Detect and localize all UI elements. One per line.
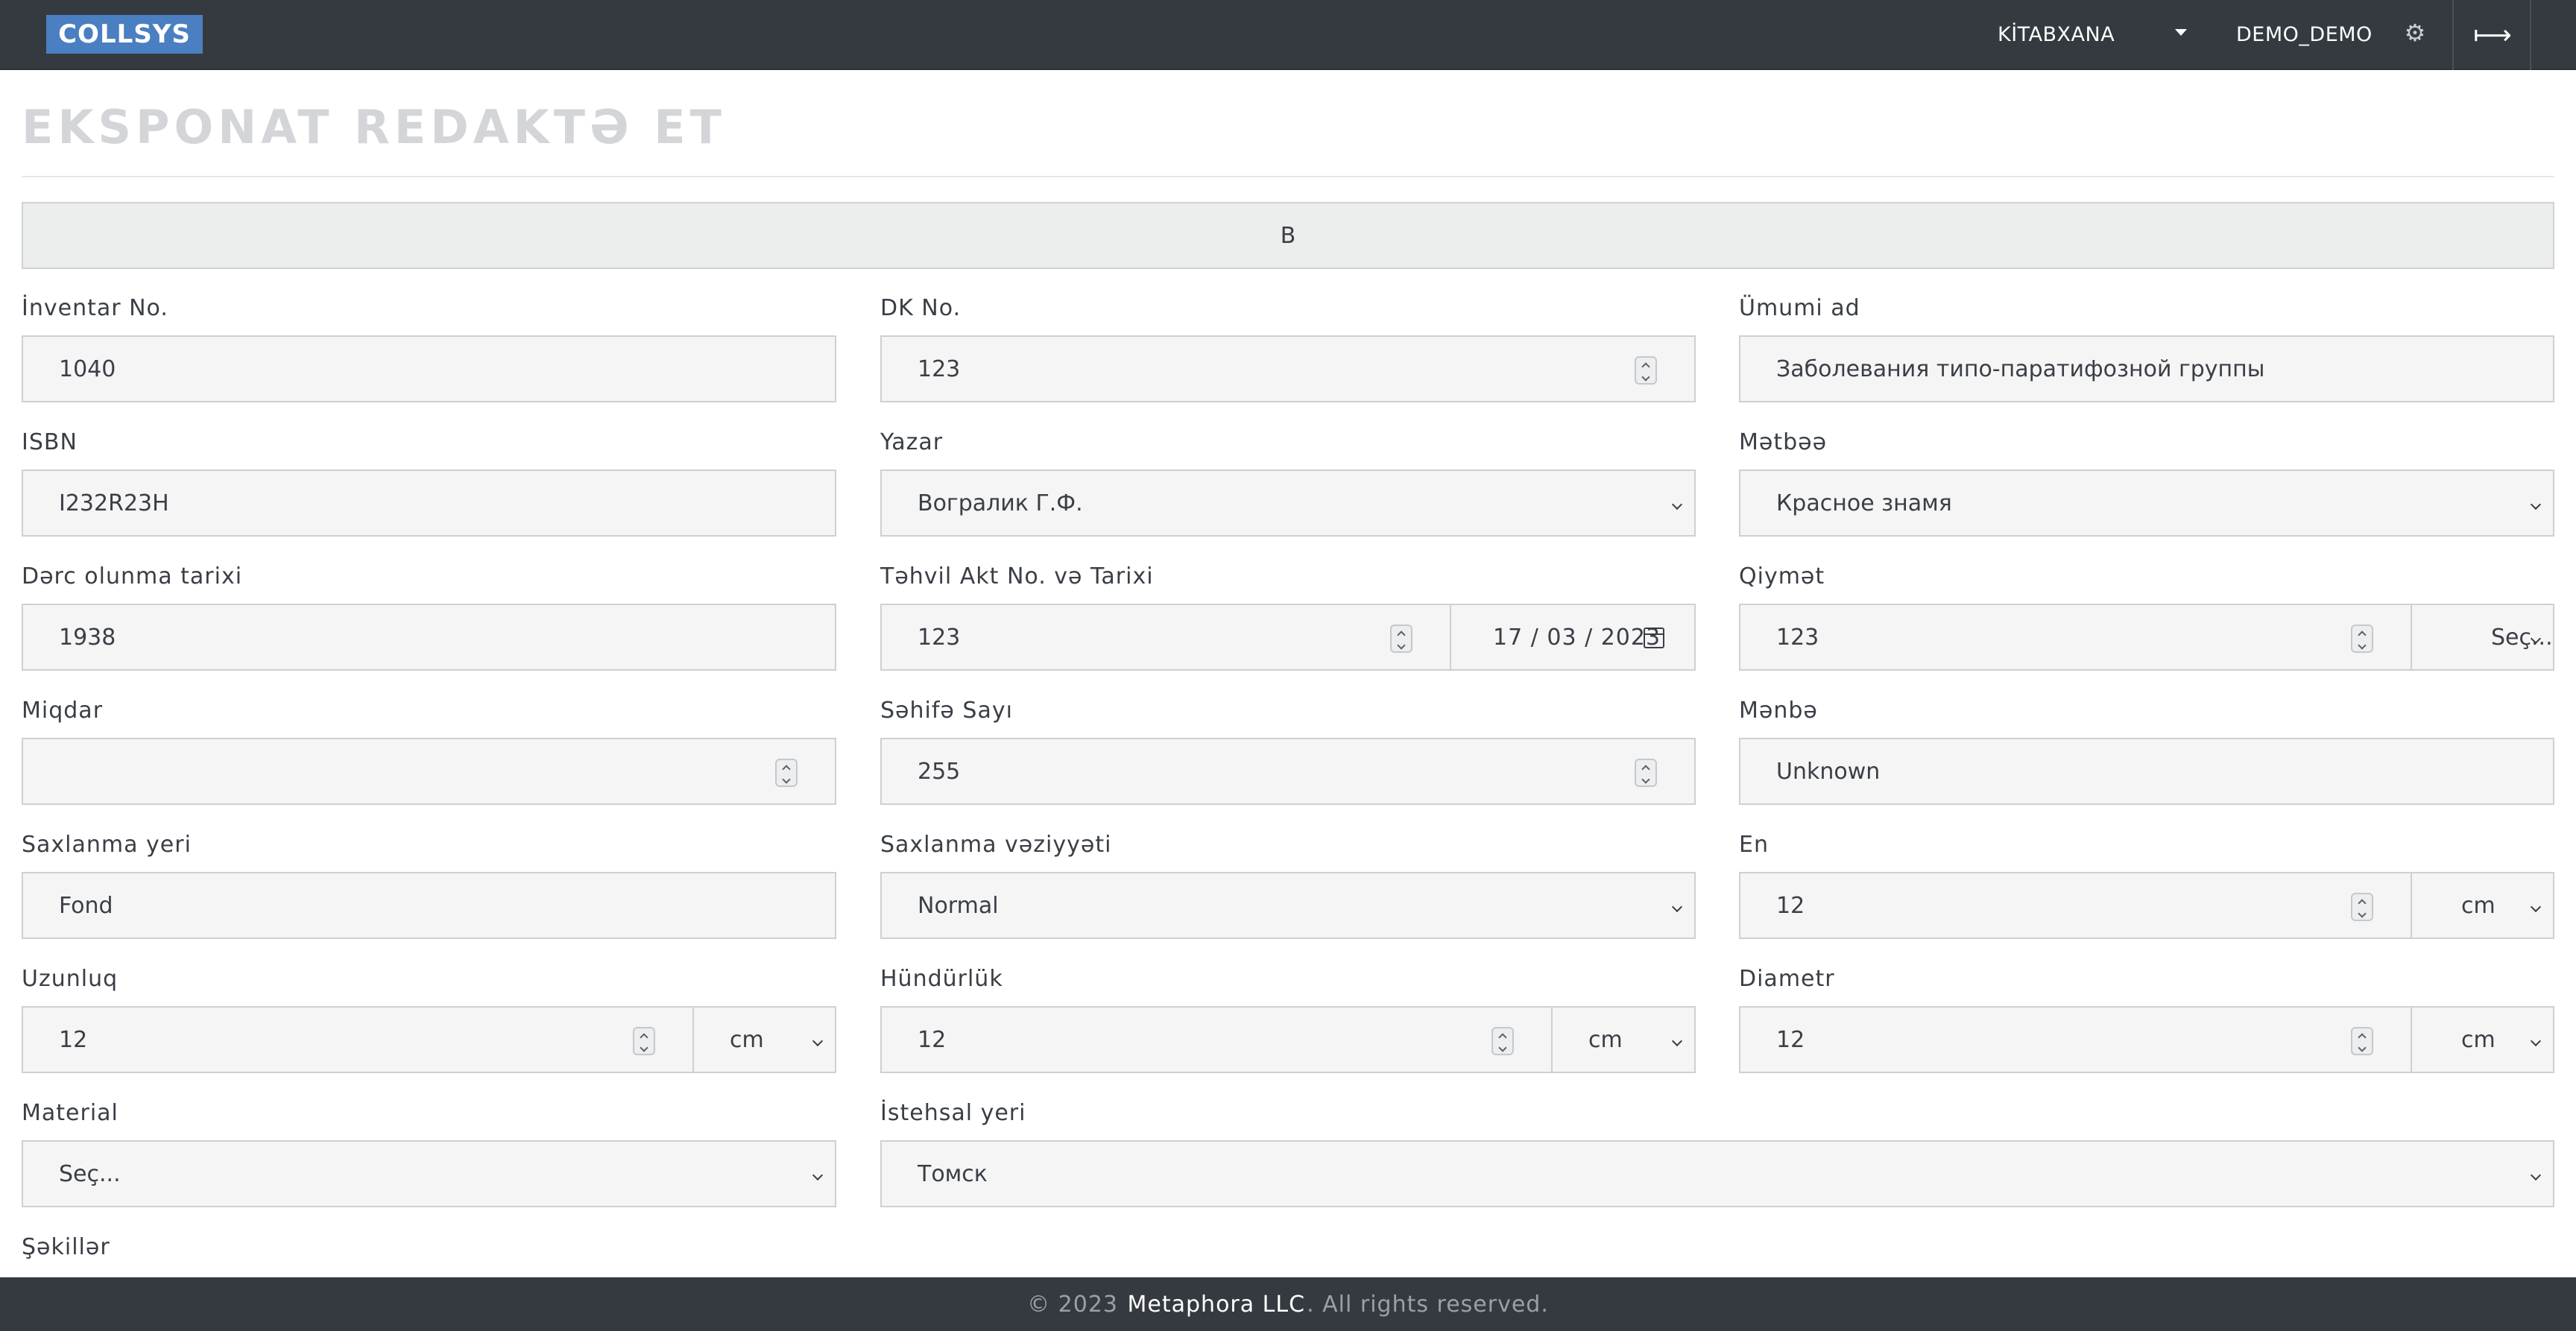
tehvil-akt-date-input[interactable]: 17 / 03 / 2023 <box>1450 604 1696 671</box>
gear-icon[interactable]: ⚙ <box>2402 19 2428 47</box>
en-unit-value: cm <box>2461 892 2496 919</box>
material-select[interactable]: Seç... <box>22 1140 836 1207</box>
number-spinner-icon[interactable] <box>2351 1027 2373 1055</box>
number-spinner-icon[interactable] <box>1635 356 1657 385</box>
uzunluq-input[interactable]: 12 <box>22 1006 694 1073</box>
dk-no-input[interactable]: 123 <box>880 335 1696 402</box>
page-title: EKSPONAT REDAKTƏ ET <box>22 100 726 154</box>
tehvil-akt-date-value: 17 / 03 / 2023 <box>1493 624 1661 651</box>
derc-tarixi-label: Dərc olunma tarixi <box>22 563 243 589</box>
saxlanma-yeri-input[interactable]: Fond <box>22 872 836 939</box>
chevron-down-icon[interactable] <box>2175 29 2187 36</box>
number-spinner-icon[interactable] <box>1491 1027 1514 1055</box>
diametr-unit-select[interactable]: cm <box>2411 1006 2554 1073</box>
saxlanma-veziyyeti-label: Saxlanma vəziyyəti <box>880 832 1112 858</box>
isbn-label: ISBN <box>22 429 78 455</box>
isbn-input[interactable]: I232R23H <box>22 470 836 537</box>
qiymet-label: Qiymət <box>1739 563 1825 589</box>
navbar-divider <box>2452 0 2454 70</box>
en-label: En <box>1739 832 1769 858</box>
number-spinner-icon[interactable] <box>1635 759 1657 787</box>
hundurluk-unit-select[interactable]: cm <box>1551 1006 1696 1073</box>
footer: © 2023 Metaphora LLC . All rights reserv… <box>0 1277 2576 1331</box>
hundurluk-unit-value: cm <box>1588 1026 1623 1053</box>
uzunluq-unit-value: cm <box>730 1026 764 1053</box>
hundurluk-label: Hündürlük <box>880 966 1003 992</box>
diametr-unit-value: cm <box>2461 1026 2496 1053</box>
metbee-select[interactable]: Красное знамя <box>1739 470 2554 537</box>
qiymet-value: 123 <box>1776 624 1819 651</box>
derc-tarixi-input[interactable]: 1938 <box>22 604 836 671</box>
en-input[interactable]: 12 <box>1739 872 2412 939</box>
umumi-ad-input[interactable]: Заболевания типо-паратифозной группы <box>1739 335 2554 402</box>
qiymet-currency-select[interactable]: Seç... <box>2411 604 2554 671</box>
footer-copyright: © 2023 <box>1027 1291 1126 1318</box>
saxlanma-yeri-value: Fond <box>59 892 113 919</box>
dk-no-label: DK No. <box>880 295 962 321</box>
sekiller-label: Şəkillər <box>22 1234 110 1260</box>
miqdar-label: Miqdar <box>22 698 104 724</box>
number-spinner-icon[interactable] <box>633 1027 655 1055</box>
library-dropdown[interactable]: KİTABXANA <box>1998 19 2115 49</box>
qiymet-input[interactable]: 123 <box>1739 604 2412 671</box>
menbe-value: Unknown <box>1776 758 1881 785</box>
saxlanma-veziyyeti-value: Normal <box>918 892 999 919</box>
sehife-sayi-input[interactable]: 255 <box>880 738 1696 805</box>
dk-no-value: 123 <box>918 355 961 382</box>
material-label: Material <box>22 1100 119 1126</box>
saxlanma-veziyyeti-select[interactable]: Normal <box>880 872 1696 939</box>
menbe-label: Mənbə <box>1739 698 1818 724</box>
diametr-value: 12 <box>1776 1026 1805 1053</box>
yazar-select[interactable]: Вогралик Г.Ф. <box>880 470 1696 537</box>
isbn-value: I232R23H <box>59 490 169 516</box>
number-spinner-icon[interactable] <box>775 759 798 787</box>
top-navbar: COLLSYS KİTABXANA DEMO_DEMO ⚙ ⟼ <box>0 0 2576 70</box>
hundurluk-value: 12 <box>918 1026 947 1053</box>
logout-icon[interactable]: ⟼ <box>2457 0 2528 70</box>
yazar-label: Yazar <box>880 429 944 455</box>
footer-company-link[interactable]: Metaphora LLC <box>1128 1292 1306 1318</box>
derc-tarixi-value: 1938 <box>59 624 116 651</box>
number-spinner-icon[interactable] <box>2351 893 2373 921</box>
inventar-no-value: 1040 <box>59 355 116 382</box>
miqdar-input[interactable] <box>22 738 836 805</box>
number-spinner-icon[interactable] <box>2351 625 2373 653</box>
diametr-input[interactable]: 12 <box>1739 1006 2412 1073</box>
number-spinner-icon[interactable] <box>1390 625 1412 653</box>
diametr-label: Diametr <box>1739 966 1835 992</box>
metbee-label: Mətbəə <box>1739 429 1828 455</box>
umumi-ad-value: Заболевания типо-паратифозной группы <box>1776 355 2265 382</box>
inventar-no-input[interactable]: 1040 <box>22 335 836 402</box>
uzunluq-unit-select[interactable]: cm <box>692 1006 836 1073</box>
yazar-value: Вогралик Г.Ф. <box>918 490 1083 516</box>
calendar-icon[interactable] <box>1644 627 1664 648</box>
uzunluq-value: 12 <box>59 1026 88 1053</box>
title-divider <box>22 176 2554 177</box>
tehvil-akt-label: Təhvil Akt No. və Tarixi <box>880 563 1154 589</box>
istehsal-yeri-select[interactable]: Томск <box>880 1140 2554 1207</box>
saxlanma-yeri-label: Saxlanma yeri <box>22 832 192 858</box>
en-unit-select[interactable]: cm <box>2411 872 2554 939</box>
istehsal-yeri-value: Томск <box>918 1160 988 1187</box>
uzunluq-label: Uzunluq <box>22 966 119 992</box>
sehife-sayi-label: Səhifə Sayı <box>880 698 1013 724</box>
footer-rights: . All rights reserved. <box>1307 1291 1549 1318</box>
tehvil-akt-number-input[interactable]: 123 <box>880 604 1451 671</box>
en-value: 12 <box>1776 892 1805 919</box>
sehife-sayi-value: 255 <box>918 758 961 785</box>
tehvil-akt-number-value: 123 <box>918 624 961 651</box>
istehsal-yeri-label: İstehsal yeri <box>880 1100 1026 1126</box>
brand-logo[interactable]: COLLSYS <box>46 15 203 54</box>
qiymet-currency-value: Seç... <box>2491 624 2553 651</box>
umumi-ad-label: Ümumi ad <box>1739 295 1860 321</box>
navbar-divider <box>2530 0 2531 70</box>
metbee-value: Красное знамя <box>1776 490 1952 516</box>
inventar-no-label: İnventar No. <box>22 295 168 321</box>
menbe-input[interactable]: Unknown <box>1739 738 2554 805</box>
user-name[interactable]: DEMO_DEMO <box>2236 19 2373 49</box>
bold-toggle-button[interactable]: B <box>22 202 2554 269</box>
material-value: Seç... <box>59 1160 121 1187</box>
hundurluk-input[interactable]: 12 <box>880 1006 1553 1073</box>
